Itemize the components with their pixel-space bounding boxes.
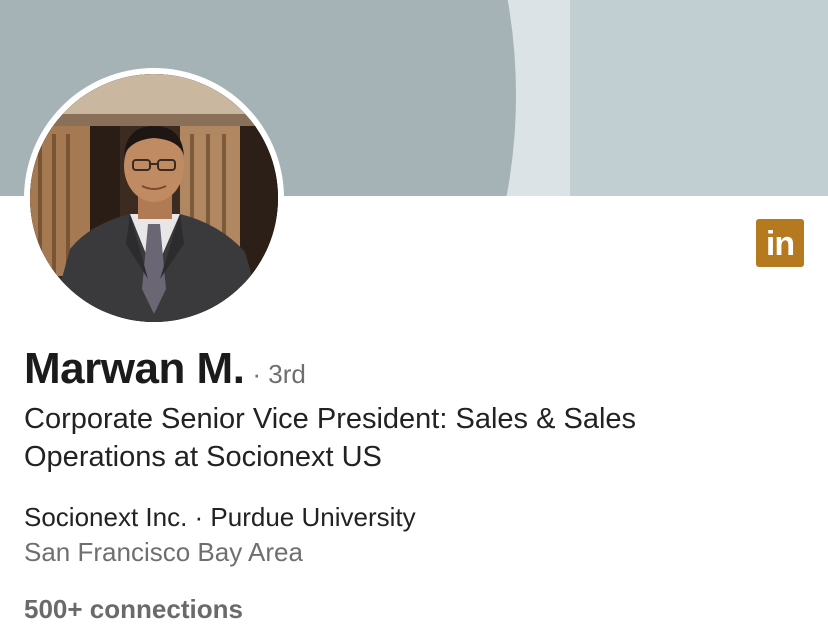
profile-location: San Francisco Bay Area — [24, 537, 303, 567]
connection-degree: · 3rd — [252, 359, 306, 389]
cover-panel — [570, 0, 828, 196]
connections-count[interactable]: 500+ connections — [24, 594, 243, 625]
company-education: Socionext Inc. · Purdue University — [24, 502, 416, 532]
profile-avatar[interactable] — [24, 68, 284, 328]
profile-page: in Marwan M. · 3rd Corporate Senior Vice … — [0, 0, 828, 632]
profile-headline: Corporate Senior Vice President: Sales &… — [24, 403, 637, 473]
avatar-illustration — [30, 74, 278, 322]
profile-name: Marwan M. — [24, 344, 245, 393]
linkedin-icon[interactable]: in — [756, 219, 804, 267]
avatar-photo — [30, 74, 278, 322]
name-row: Marwan M. · 3rd — [24, 344, 306, 394]
